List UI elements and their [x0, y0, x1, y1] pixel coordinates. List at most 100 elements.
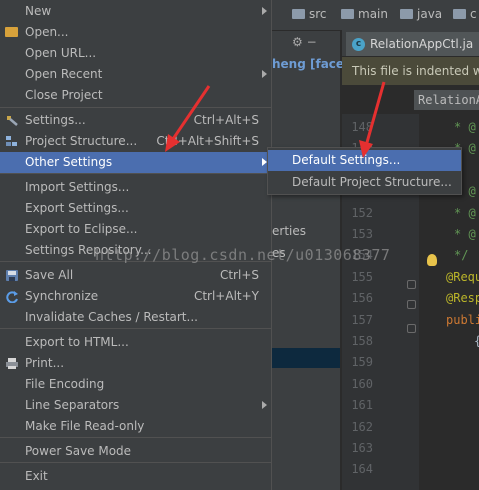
- submenu-arrow-icon: [262, 70, 267, 78]
- menu-item-label: Import Settings...: [25, 180, 130, 194]
- menu-item-line-separators[interactable]: Line Separators: [0, 395, 271, 416]
- fold-icon[interactable]: [407, 300, 416, 309]
- menu-separator: [0, 173, 271, 174]
- folder-icon: [292, 9, 305, 19]
- menu-item-settings[interactable]: Settings... Ctrl+Alt+S: [0, 110, 271, 131]
- menu-item-label: New: [25, 4, 52, 18]
- menu-item-label: Open URL...: [25, 46, 97, 60]
- default-settings-item[interactable]: Default Settings...: [268, 150, 461, 171]
- menu-item-make-file-read-only[interactable]: Make File Read-only: [0, 416, 271, 437]
- menu-item-power-save-mode[interactable]: Power Save Mode: [0, 441, 271, 462]
- file-menu: New Open... Open URL... Open Recent Close Pr…: [0, 0, 272, 490]
- code-line[interactable]: * @: [454, 227, 476, 241]
- save-icon: [5, 269, 19, 282]
- menu-item-label: File Encoding: [25, 377, 105, 391]
- menu-item-label: Other Settings: [25, 155, 113, 169]
- folder-icon: [5, 27, 18, 37]
- menu-item-label: Project Structure...: [25, 134, 138, 148]
- watermark: http://blog.csdn.net/u013068377: [95, 246, 391, 264]
- menu-item-label: Settings...: [25, 113, 86, 127]
- menu-separator: [0, 437, 271, 438]
- editor-class-button[interactable]: RelationA: [414, 90, 479, 110]
- breadcrumb-item[interactable]: java: [400, 7, 442, 21]
- menu-item-shortcut: Ctrl+Alt+S: [193, 113, 259, 127]
- menu-item-label: Line Separators: [25, 398, 120, 412]
- fold-icon[interactable]: [407, 324, 416, 333]
- line-number: 153: [351, 227, 373, 241]
- code-line[interactable]: @Requ: [446, 270, 479, 284]
- menu-item-project-structure[interactable]: Project Structure... Ctrl+Alt+Shift+S: [0, 131, 271, 152]
- menu-item-invalidate-caches-restart[interactable]: Invalidate Caches / Restart...: [0, 307, 271, 328]
- menu-item-label: Open...: [25, 25, 69, 39]
- code-line[interactable]: publi: [446, 313, 479, 327]
- line-number: 156: [351, 291, 373, 306]
- breadcrumb-item[interactable]: src: [292, 7, 327, 21]
- menu-item-open-recent[interactable]: Open Recent: [0, 64, 271, 85]
- menu-item-export-settings[interactable]: Export Settings...: [0, 198, 271, 219]
- submenu-arrow-icon: [262, 7, 267, 15]
- menu-item-open-url[interactable]: Open URL...: [0, 43, 271, 64]
- menu-item-open[interactable]: Open...: [0, 22, 271, 43]
- code-line[interactable]: * @: [454, 120, 476, 134]
- project-toolbar: ⚙ −: [270, 31, 340, 56]
- menu-item-import-settings[interactable]: Import Settings...: [0, 177, 271, 198]
- menu-item-file-encoding[interactable]: File Encoding: [0, 374, 271, 395]
- menu-item-label: Open Recent: [25, 67, 103, 81]
- menu-item-close-project[interactable]: Close Project: [0, 85, 271, 106]
- menu-item-label: Save All: [25, 268, 74, 282]
- menu-item-label: Close Project: [25, 88, 103, 102]
- structure-icon: [5, 135, 19, 148]
- menu-separator: [0, 328, 271, 329]
- line-number: 157: [351, 312, 373, 327]
- line-number: 160: [351, 376, 373, 391]
- project-tree-item[interactable]: erties: [272, 224, 306, 238]
- editor-tab-label: RelationAppCtl.ja: [370, 37, 474, 51]
- menu-item-label: Export Settings...: [25, 201, 129, 215]
- code-line[interactable]: */: [454, 248, 468, 262]
- editor-tab[interactable]: c RelationAppCtl.ja: [346, 32, 479, 56]
- class-file-icon: c: [352, 37, 365, 51]
- project-panel: [270, 55, 340, 490]
- menu-item-print[interactable]: Print...: [0, 353, 271, 374]
- folder-icon: [341, 9, 354, 19]
- wrench-icon: [5, 114, 19, 127]
- menu-item-other-settings[interactable]: Other Settings: [0, 152, 271, 173]
- fold-icon[interactable]: [407, 280, 416, 289]
- line-number: 158: [351, 334, 373, 348]
- editor-tab-bar: c RelationAppCtl.ja: [342, 30, 479, 57]
- other-settings-submenu: Default Settings... Default Project Stru…: [267, 147, 462, 195]
- sync-icon: [5, 290, 19, 304]
- menu-item-label: Power Save Mode: [25, 444, 132, 458]
- line-number: 163: [351, 441, 373, 455]
- code-line[interactable]: * @: [454, 206, 476, 220]
- menu-item-save-all[interactable]: Save All Ctrl+S: [0, 265, 271, 286]
- lightbulb-icon[interactable]: [427, 254, 437, 266]
- indent-notice-banner: This file is indented w: [342, 57, 479, 85]
- line-number: 161: [351, 398, 373, 413]
- settings-gear-icon[interactable]: ⚙ −: [292, 35, 317, 49]
- code-line[interactable]: {: [474, 334, 479, 348]
- menu-item-shortcut: Ctrl+Alt+Shift+S: [156, 134, 259, 148]
- project-tree-selection: [270, 348, 340, 368]
- menu-item-label: Synchronize: [25, 289, 99, 303]
- folder-icon: [453, 9, 466, 19]
- menu-item-label: Export to Eclipse...: [25, 222, 138, 236]
- menu-item-export-to-eclipse[interactable]: Export to Eclipse...: [0, 219, 271, 240]
- default-project-structure-item[interactable]: Default Project Structure...: [268, 172, 461, 193]
- menu-item-synchronize[interactable]: Synchronize Ctrl+Alt+Y: [0, 286, 271, 307]
- line-number: 164: [351, 462, 373, 477]
- menu-item-label: Export to HTML...: [25, 335, 129, 349]
- menu-item-shortcut: Ctrl+Alt+Y: [193, 289, 259, 303]
- menu-item-label: Print...: [25, 356, 65, 370]
- line-number: 152: [351, 205, 373, 220]
- submenu-arrow-icon: [262, 401, 267, 409]
- menu-item-new[interactable]: New: [0, 1, 271, 22]
- code-line[interactable]: @Resp: [446, 291, 479, 305]
- line-number: 159: [351, 355, 373, 370]
- menu-item-exit[interactable]: Exit: [0, 466, 271, 487]
- breadcrumb-item[interactable]: main: [341, 7, 388, 21]
- menu-item-label: Invalidate Caches / Restart...: [25, 310, 198, 324]
- line-number: 148: [351, 120, 373, 134]
- menu-item-export-to-html[interactable]: Export to HTML...: [0, 332, 271, 353]
- breadcrumb-item[interactable]: c: [453, 7, 477, 21]
